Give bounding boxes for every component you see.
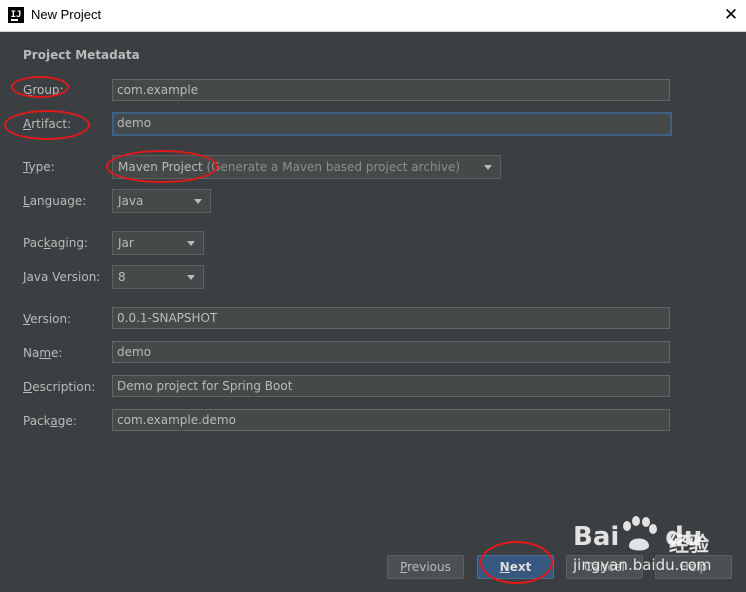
section-title: Project Metadata (23, 48, 140, 62)
cancel-button[interactable]: Cancel (566, 555, 643, 579)
previous-button[interactable]: Previous (387, 555, 464, 579)
chevron-down-icon (187, 275, 195, 280)
artifact-label: Artifact: (23, 117, 72, 131)
name-label: Name: (23, 346, 63, 360)
group-label: Group: (23, 83, 64, 97)
type-hint: (Generate a Maven based project archive) (206, 160, 461, 174)
packaging-value: Jar (118, 236, 134, 250)
language-dropdown[interactable]: Java (112, 189, 211, 213)
package-label: Package: (23, 414, 77, 428)
java-version-dropdown[interactable]: 8 (112, 265, 204, 289)
name-input[interactable]: demo (112, 341, 670, 363)
title-bar: IJ New Project ✕ (0, 0, 746, 32)
chevron-down-icon (484, 165, 492, 170)
paw-icon (623, 516, 657, 551)
package-input[interactable]: com.example.demo (112, 409, 670, 431)
group-input[interactable]: com.example (112, 79, 670, 101)
version-label: Version: (23, 312, 72, 326)
next-button[interactable]: Next (477, 555, 554, 579)
window-title: New Project (31, 7, 102, 22)
packaging-dropdown[interactable]: Jar (112, 231, 204, 255)
description-input[interactable]: Demo project for Spring Boot (112, 375, 670, 397)
watermark-logo-text: Bai du (573, 522, 703, 552)
close-icon[interactable]: ✕ (716, 0, 746, 31)
artifact-input[interactable]: demo (112, 112, 672, 136)
new-project-dialog: IJ New Project ✕ Project Metadata Group:… (0, 0, 746, 592)
type-label: Type: (23, 160, 55, 174)
java-version-label: Java Version: (23, 270, 101, 284)
type-value: Maven Project (118, 160, 203, 174)
type-dropdown[interactable]: Maven Project (Generate a Maven based pr… (112, 155, 501, 179)
java-version-value: 8 (118, 270, 126, 284)
chevron-down-icon (187, 241, 195, 246)
language-label: Language: (23, 194, 87, 208)
watermark-cn-text: 经验 (669, 532, 709, 556)
help-button[interactable]: Help (655, 555, 732, 579)
intellij-app-icon: IJ (8, 7, 24, 23)
language-value: Java (118, 194, 144, 208)
description-label: Description: (23, 380, 96, 394)
packaging-label: Packaging: (23, 236, 88, 250)
chevron-down-icon (194, 199, 202, 204)
version-input[interactable]: 0.0.1-SNAPSHOT (112, 307, 670, 329)
